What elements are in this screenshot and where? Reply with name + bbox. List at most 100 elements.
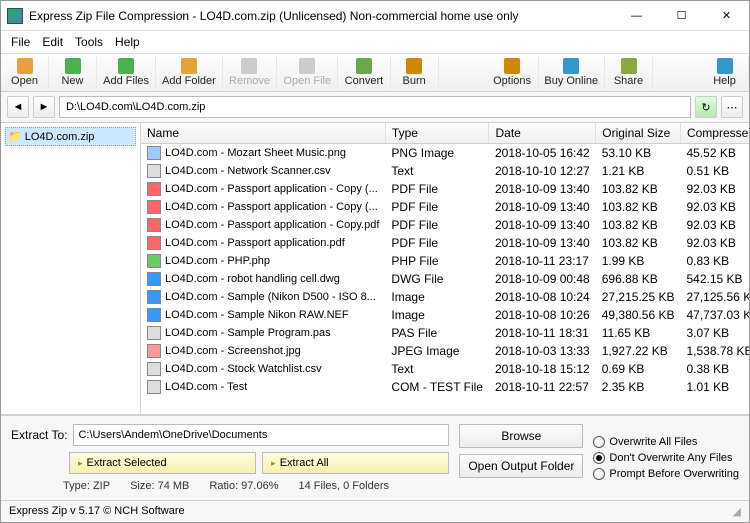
file-date: 2018-10-09 13:40 xyxy=(489,198,596,216)
column-type[interactable]: Type xyxy=(385,123,489,144)
resize-grip[interactable]: ◢ xyxy=(733,505,741,518)
file-type: PDF File xyxy=(385,234,489,252)
menu-help[interactable]: Help xyxy=(109,33,146,51)
toolbar-buy-online-button[interactable]: Buy Online xyxy=(539,56,605,89)
file-date: 2018-10-05 16:42 xyxy=(489,144,596,163)
file-date: 2018-10-09 13:40 xyxy=(489,216,596,234)
menu-file[interactable]: File xyxy=(5,33,36,51)
close-button[interactable]: ✕ xyxy=(704,1,749,30)
file-compressed: 0.38 KB xyxy=(680,360,749,378)
toolbar-convert-button[interactable]: Convert xyxy=(338,56,390,89)
toolbar-add-files-button[interactable]: Add Files xyxy=(97,56,156,89)
radio-icon xyxy=(593,468,605,480)
column-date[interactable]: Date xyxy=(489,123,596,144)
path-input[interactable]: D:\LO4D.com\LO4D.com.zip xyxy=(59,96,691,118)
file-icon xyxy=(147,344,161,358)
table-row[interactable]: LO4D.com - Passport application - Copy (… xyxy=(141,198,749,216)
file-list[interactable]: NameTypeDateOriginal SizeCompressed LO4D… xyxy=(141,123,749,414)
extract-all-button[interactable]: Extract All xyxy=(262,452,449,474)
toolbar-options-button[interactable]: Options xyxy=(487,56,539,89)
toolbar-add-folder-button[interactable]: Add Folder xyxy=(156,56,222,89)
file-icon xyxy=(147,290,161,304)
toolbar-help-button[interactable]: Help xyxy=(701,56,749,89)
file-date: 2018-10-18 15:12 xyxy=(489,360,596,378)
file-date: 2018-10-08 10:26 xyxy=(489,306,596,324)
overwrite-radio-0[interactable]: Overwrite All Files xyxy=(593,436,739,448)
path-text: D:\LO4D.com\LO4D.com.zip xyxy=(66,101,205,113)
menu-edit[interactable]: Edit xyxy=(36,33,69,51)
table-row[interactable]: LO4D.com - Passport application - Copy (… xyxy=(141,180,749,198)
table-row[interactable]: LO4D.com - Mozart Sheet Music.png PNG Ima… xyxy=(141,144,749,163)
table-row[interactable]: LO4D.com - Sample Program.pasPAS File201… xyxy=(141,324,749,342)
status-text: Express Zip v 5.17 © NCH Software xyxy=(9,505,185,518)
table-row[interactable]: LO4D.com - PHP.phpPHP File2018-10-11 23:… xyxy=(141,252,749,270)
file-name: LO4D.com - Mozart Sheet Music.png xyxy=(165,147,346,159)
toolbar-share-button[interactable]: Share xyxy=(605,56,653,89)
open-output-folder-button[interactable]: Open Output Folder xyxy=(459,454,583,478)
file-date: 2018-10-03 13:33 xyxy=(489,342,596,360)
table-row[interactable]: LO4D.com - robot handling cell.dwgDWG Fi… xyxy=(141,270,749,288)
nav-back-button[interactable]: ◄ xyxy=(7,96,29,118)
file-original-size: 0.69 KB xyxy=(596,360,681,378)
file-date: 2018-10-11 23:17 xyxy=(489,252,596,270)
titlebar: Express Zip File Compression - LO4D.com.… xyxy=(1,1,749,31)
minimize-button[interactable]: — xyxy=(614,1,659,30)
file-icon xyxy=(147,236,161,250)
table-row[interactable]: LO4D.com - Stock Watchlist.csvText2018-1… xyxy=(141,360,749,378)
convert-icon xyxy=(356,58,372,74)
extract-path-input[interactable] xyxy=(73,424,449,446)
file-type: Text xyxy=(385,360,489,378)
table-row[interactable]: LO4D.com - Sample Nikon RAW.NEFImage2018… xyxy=(141,306,749,324)
table-row[interactable]: LO4D.com - TestCOM - TEST File2018-10-11… xyxy=(141,378,749,396)
file-original-size: 49,380.56 KB xyxy=(596,306,681,324)
menubar: File Edit Tools Help xyxy=(1,31,749,54)
toolbar-open-file-button: Open File xyxy=(277,56,338,89)
toolbar-new-button[interactable]: New xyxy=(49,56,97,89)
table-row[interactable]: LO4D.com - Screenshot.jpgJPEG Image2018-… xyxy=(141,342,749,360)
table-row[interactable]: LO4D.com - Network Scanner.csvText2018-1… xyxy=(141,162,749,180)
main-area: 📁 LO4D.com.zip NameTypeDateOriginal Size… xyxy=(1,123,749,415)
help-icon xyxy=(717,58,733,74)
column-compressed[interactable]: Compressed xyxy=(680,123,749,144)
file-compressed: 542.15 KB xyxy=(680,270,749,288)
file-compressed: 47,737.03 KB xyxy=(680,306,749,324)
go-button[interactable]: ↻ xyxy=(695,96,717,118)
status-bar: Express Zip v 5.17 © NCH Software ◢ xyxy=(1,500,749,522)
nav-forward-button[interactable]: ► xyxy=(33,96,55,118)
file-original-size: 53.10 KB xyxy=(596,144,681,163)
file-date: 2018-10-09 13:40 xyxy=(489,234,596,252)
table-row[interactable]: LO4D.com - Sample (Nikon D500 - ISO 8...… xyxy=(141,288,749,306)
tree-root-item[interactable]: 📁 LO4D.com.zip xyxy=(5,127,136,146)
file-type: DWG File xyxy=(385,270,489,288)
file-type: Text xyxy=(385,162,489,180)
file-icon xyxy=(147,200,161,214)
file-type: PDF File xyxy=(385,216,489,234)
file-compressed: 92.03 KB xyxy=(680,198,749,216)
overwrite-radio-1[interactable]: Don't Overwrite Any Files xyxy=(593,452,739,464)
file-type: PHP File xyxy=(385,252,489,270)
file-name: LO4D.com - Sample Nikon RAW.NEF xyxy=(165,309,349,321)
tree-root-label: LO4D.com.zip xyxy=(25,131,95,143)
file-icon xyxy=(147,326,161,340)
maximize-button[interactable]: ☐ xyxy=(659,1,704,30)
file-original-size: 1.21 KB xyxy=(596,162,681,180)
path-browse-button[interactable]: ⋯ xyxy=(721,96,743,118)
file-type: COM - TEST File xyxy=(385,378,489,396)
column-original-size[interactable]: Original Size xyxy=(596,123,681,144)
file-type: PNG Image xyxy=(385,144,489,163)
file-name: LO4D.com - Passport application - Copy (… xyxy=(165,201,378,213)
table-row[interactable]: LO4D.com - Passport application - Copy.p… xyxy=(141,216,749,234)
path-bar: ◄ ► D:\LO4D.com\LO4D.com.zip ↻ ⋯ xyxy=(1,92,749,123)
column-name[interactable]: Name xyxy=(141,123,385,144)
file-original-size: 103.82 KB xyxy=(596,234,681,252)
file-date: 2018-10-09 13:40 xyxy=(489,180,596,198)
overwrite-radio-2[interactable]: Prompt Before Overwriting xyxy=(593,468,739,480)
file-compressed: 92.03 KB xyxy=(680,234,749,252)
toolbar-burn-button[interactable]: Burn xyxy=(391,56,439,89)
menu-tools[interactable]: Tools xyxy=(69,33,109,51)
file-type: PAS File xyxy=(385,324,489,342)
extract-selected-button[interactable]: Extract Selected xyxy=(69,452,256,474)
toolbar-open-button[interactable]: Open xyxy=(1,56,49,89)
browse-button[interactable]: Browse xyxy=(459,424,583,448)
table-row[interactable]: LO4D.com - Passport application.pdfPDF F… xyxy=(141,234,749,252)
